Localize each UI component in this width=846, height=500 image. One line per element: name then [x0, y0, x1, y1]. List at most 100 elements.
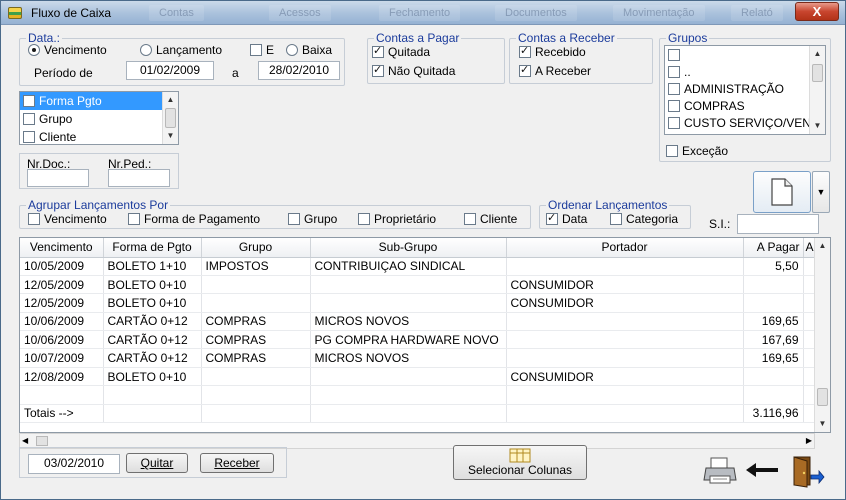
- table-cell: [20, 385, 104, 405]
- exit-door-icon[interactable]: [787, 451, 827, 491]
- doc-fields-box: Nr.Doc.: Nr.Ped.:: [19, 153, 179, 189]
- table-cell: MICROS NOVOS: [310, 312, 507, 332]
- close-button[interactable]: X: [795, 2, 839, 21]
- scroll-down-icon[interactable]: ▼: [810, 118, 825, 134]
- scroll-thumb[interactable]: [165, 108, 176, 128]
- table-row[interactable]: 10/06/2009 CARTÃO 0+12 COMPRAS MICROS NOVOS…: [20, 312, 817, 332]
- table-row[interactable]: 12/05/2009 BOLETO 0+10 CONSUMIDOR: [20, 275, 817, 295]
- grid-header-row: Vencimento Forma de Pgto Grupo Sub-Grupo…: [20, 238, 817, 258]
- ordenar-data[interactable]: Data: [546, 211, 587, 226]
- table-row[interactable]: 10/05/2009 BOLETO 1+10 IMPOSTOS CONTRIBUIÇA…: [20, 257, 817, 276]
- ordenar-categoria[interactable]: Categoria: [610, 212, 678, 226]
- arrow-left-icon: [746, 463, 778, 477]
- table-cell: 12/08/2009: [20, 367, 104, 387]
- si-label: S.I.:: [709, 217, 731, 231]
- radio-icon: [140, 44, 152, 56]
- table-row[interactable]: 10/07/2009 CARTÃO 0+12 COMPRAS MICROS NOVOS…: [20, 348, 817, 368]
- lancamentos-table: Vencimento Forma de Pgto Grupo Sub-Grupo…: [20, 238, 817, 424]
- filter-scrollbar[interactable]: ▲ ▼: [162, 92, 178, 144]
- table-cell: [506, 385, 744, 405]
- scroll-left-icon[interactable]: ◀: [22, 434, 28, 448]
- table-row[interactable]: 12/05/2009 BOLETO 0+10 CONSUMIDOR: [20, 293, 817, 313]
- agrupar-grupo[interactable]: Grupo: [288, 212, 337, 226]
- report-dropdown[interactable]: ▼: [812, 171, 830, 213]
- col-vencimento[interactable]: Vencimento: [20, 238, 104, 258]
- table-cell: COMPRAS: [201, 312, 311, 332]
- checkbox-icon: [668, 116, 680, 129]
- back-arrow-icon[interactable]: [743, 455, 781, 485]
- scroll-right-icon[interactable]: ▶: [806, 434, 812, 448]
- grupos-list[interactable]: .. ADMINISTRAÇÃO COMPRAS CUSTO SERVIÇO/V…: [664, 45, 826, 135]
- grupos-scrollbar[interactable]: ▲ ▼: [809, 46, 825, 134]
- table-cell: 12/05/2009: [20, 293, 104, 313]
- scroll-down-icon[interactable]: ▼: [815, 416, 830, 432]
- si-input[interactable]: [737, 214, 819, 234]
- agrupar-vencimento[interactable]: Vencimento: [28, 212, 107, 226]
- checkbox-a-receber[interactable]: A Receber: [519, 63, 591, 78]
- grid-vscrollbar[interactable]: ▲ ▼: [814, 238, 830, 432]
- col-a-pagar[interactable]: A Pagar: [743, 238, 804, 258]
- checkbox-icon: [250, 44, 262, 56]
- radio-baixa[interactable]: Baixa: [286, 43, 332, 57]
- checkbox-quitada[interactable]: Quitada: [372, 44, 430, 59]
- selecionar-colunas-button[interactable]: Selecionar Colunas: [453, 445, 587, 480]
- receber-button[interactable]: Receber: [200, 453, 274, 473]
- table-cell: [310, 367, 507, 387]
- table-row[interactable]: Totais --> 3.116,96: [20, 404, 817, 424]
- grupos-item[interactable]: ..: [665, 63, 825, 80]
- background-tab: Fechamento: [379, 5, 461, 21]
- grupos-item[interactable]: ADMINISTRAÇÃO: [665, 80, 825, 97]
- grupos-group: Grupos .. ADMINISTRAÇÃO COMPRAS CUSTO SE…: [659, 31, 831, 162]
- grupos-item[interactable]: COMPRAS: [665, 97, 825, 114]
- agrupar-proprietario[interactable]: Proprietário: [358, 212, 436, 226]
- background-tab: Documentos: [495, 5, 577, 21]
- table-cell: [506, 330, 744, 350]
- table-cell: [310, 293, 507, 313]
- scroll-up-icon[interactable]: ▲: [163, 92, 178, 108]
- table-cell: 167,69: [743, 330, 804, 350]
- checkbox-recebido[interactable]: Recebido: [519, 44, 586, 59]
- checkbox-nao-quitada[interactable]: Não Quitada: [372, 63, 455, 78]
- radio-lancamento[interactable]: Lançamento: [140, 43, 222, 57]
- footer-date-input[interactable]: 03/02/2010: [28, 454, 120, 474]
- table-row[interactable]: 12/08/2009 BOLETO 0+10 CONSUMIDOR: [20, 367, 817, 387]
- table-cell: [310, 385, 507, 405]
- radio-vencimento[interactable]: Vencimento: [28, 43, 107, 57]
- table-cell: CONSUMIDOR: [506, 293, 744, 313]
- table-cell: Totais -->: [20, 404, 104, 424]
- table-cell: [506, 404, 744, 424]
- col-forma-pgto[interactable]: Forma de Pgto: [103, 238, 202, 258]
- agrupar-forma-pagamento[interactable]: Forma de Pagamento: [128, 212, 260, 226]
- filter-item[interactable]: Forma Pgto: [20, 92, 178, 110]
- scroll-up-icon[interactable]: ▲: [815, 238, 830, 254]
- filter-item[interactable]: Cliente: [20, 128, 178, 144]
- filter-list[interactable]: Forma Pgto Grupo Cliente ▲ ▼: [19, 91, 179, 145]
- table-row[interactable]: [20, 385, 817, 405]
- scroll-thumb[interactable]: [36, 436, 48, 446]
- nr-ped-input[interactable]: [108, 169, 170, 187]
- report-button[interactable]: [753, 171, 811, 213]
- scroll-down-icon[interactable]: ▼: [163, 128, 178, 144]
- checkbox-e[interactable]: E: [250, 43, 274, 57]
- scroll-thumb[interactable]: [817, 388, 828, 406]
- scroll-up-icon[interactable]: ▲: [810, 46, 825, 62]
- grupos-item[interactable]: CUSTO SERVIÇO/VEN: [665, 114, 825, 131]
- date-from-input[interactable]: 01/02/2009: [126, 61, 214, 80]
- grupos-item[interactable]: [665, 46, 825, 63]
- agrupar-cliente[interactable]: Cliente: [464, 212, 517, 226]
- table-cell: CARTÃO 0+12: [103, 330, 202, 350]
- quitar-button[interactable]: Quitar: [126, 453, 188, 473]
- col-grupo[interactable]: Grupo: [201, 238, 311, 258]
- col-sub-grupo[interactable]: Sub-Grupo: [310, 238, 507, 258]
- filter-item[interactable]: Grupo: [20, 110, 178, 128]
- printer-icon[interactable]: [701, 453, 739, 489]
- scroll-thumb[interactable]: [812, 64, 823, 82]
- date-to-input[interactable]: 28/02/2010: [258, 61, 340, 80]
- grid-body: 10/05/2009 BOLETO 1+10 IMPOSTOS CONTRIBUIÇA…: [20, 257, 817, 424]
- table-row[interactable]: 10/06/2009 CARTÃO 0+12 COMPRAS PG COMPRA HA…: [20, 330, 817, 350]
- lancamentos-grid[interactable]: Vencimento Forma de Pgto Grupo Sub-Grupo…: [19, 237, 831, 433]
- nr-doc-input[interactable]: [27, 169, 89, 187]
- col-portador[interactable]: Portador: [506, 238, 744, 258]
- checkbox-excecao[interactable]: Exceção: [666, 144, 728, 158]
- table-cell: [310, 404, 507, 424]
